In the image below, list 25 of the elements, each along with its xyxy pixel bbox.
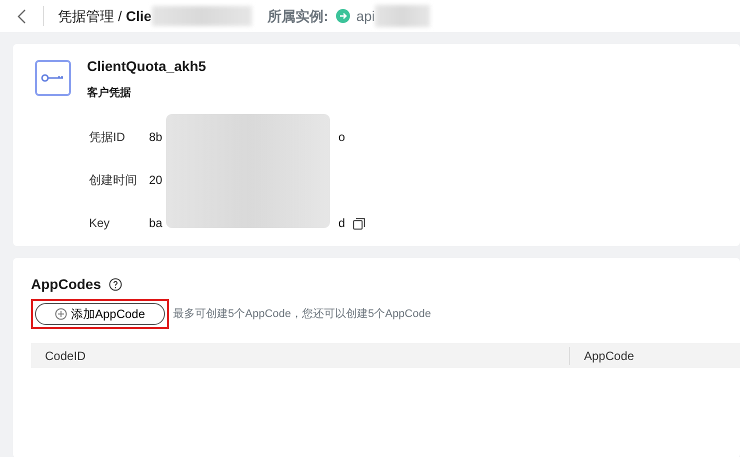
help-icon[interactable]: [109, 278, 122, 291]
add-appcode-button[interactable]: 添加AppCode: [35, 303, 165, 325]
credential-type: 客户凭据: [87, 86, 132, 101]
field-value: ba: [149, 215, 162, 232]
field-label: 创建时间: [89, 172, 138, 189]
breadcrumb-current: Clie: [126, 6, 152, 26]
plus-icon[interactable]: [54, 308, 67, 320]
column-header: CodeID: [44, 348, 87, 364]
column-header: AppCode: [569, 346, 634, 364]
key-icon: [35, 60, 71, 96]
breadcrumb-link[interactable]: 凭据管理: [58, 6, 114, 26]
section-title: AppCodes: [31, 275, 101, 294]
field-value: 8b: [149, 129, 162, 146]
field-value: 20: [149, 172, 162, 189]
redaction-blur: [374, 5, 430, 27]
field-label: Key: [89, 215, 111, 232]
instance-name: api: [356, 6, 375, 26]
field-label: 凭据ID: [89, 129, 126, 146]
back-icon[interactable]: [17, 8, 26, 24]
hint-text: 最多可创建5个AppCode，您还可以创建5个AppCode: [173, 306, 431, 322]
breadcrumb-separator: /: [118, 6, 122, 26]
field-value: o: [338, 129, 346, 146]
field-value: d: [338, 215, 346, 232]
instance-label: 所属实例:: [268, 6, 328, 26]
credential-name: ClientQuota_akh5: [87, 57, 206, 76]
